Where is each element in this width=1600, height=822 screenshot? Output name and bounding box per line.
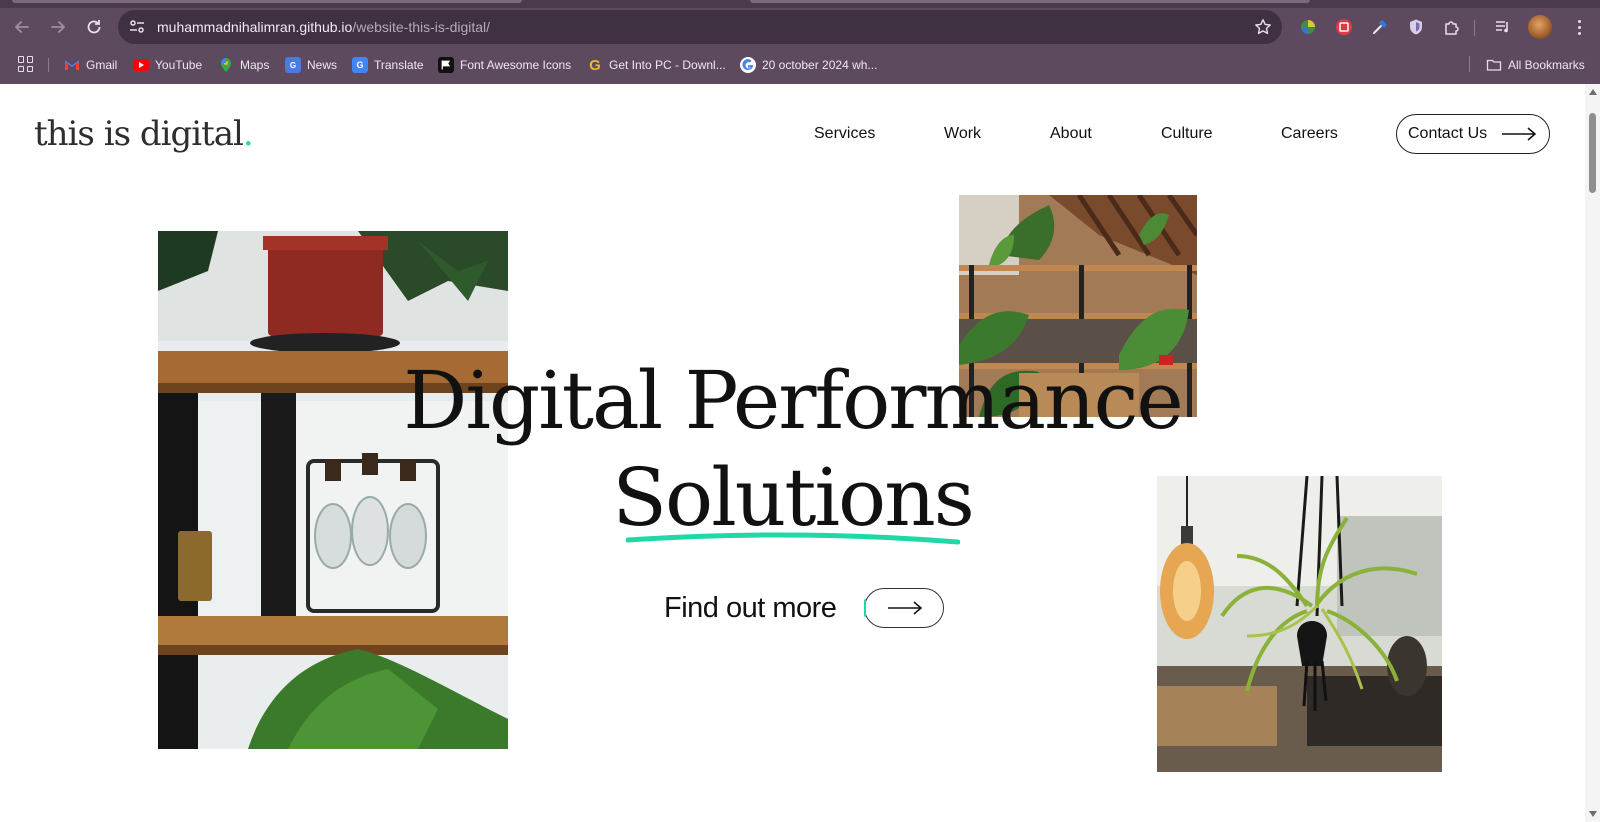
folder-icon [1486,57,1502,73]
arrow-right-icon [888,601,923,615]
google-icon [740,57,756,73]
vertical-scrollbar[interactable] [1585,84,1600,822]
address-bar[interactable]: muhammadnihalimran.github.io/website-thi… [118,10,1282,44]
apps-grid-icon[interactable] [18,56,34,72]
profile-avatar[interactable] [1528,15,1552,39]
bookmarks-bar: Gmail YouTube Maps G News G Translate Fo… [0,50,1600,80]
contact-us-label: Contact Us [1408,125,1488,142]
back-button[interactable] [7,12,37,42]
youtube-icon [133,59,149,71]
nav-careers[interactable]: Careers [1281,125,1338,143]
active-tab-edge[interactable] [12,0,522,3]
reload-button[interactable] [79,12,109,42]
nav-services[interactable]: Services [814,125,875,143]
eyedropper-extension-icon[interactable] [1367,14,1393,40]
maps-icon [218,57,234,73]
accent-underline [626,532,960,545]
bookmark-label: Maps [240,58,270,72]
bookmark-youtube[interactable]: YouTube [133,54,202,76]
browser-menu-icon[interactable] [1566,14,1592,40]
bookmark-label: Translate [374,58,424,72]
extension-colorful-icon[interactable] [1295,14,1321,40]
nav-about[interactable]: About [1050,125,1092,143]
forward-arrow-icon [51,21,66,33]
site-info-icon[interactable] [128,18,146,36]
page-viewport: this is digital. Services Work About Cul… [0,84,1585,822]
bookmark-translate[interactable]: G Translate [352,54,424,76]
extension-red-icon[interactable] [1331,14,1357,40]
bookmark-label: Get Into PC - Downl... [609,58,726,72]
news-icon: G [285,57,301,73]
find-out-more-button[interactable] [864,588,944,628]
url-host: muhammadnihalimran.github.io [157,19,353,35]
url-path: /website-this-is-digital/ [352,19,491,35]
extensions-puzzle-icon[interactable] [1439,14,1465,40]
bookmark-label: 20 october 2024 wh... [762,58,878,72]
translate-icon: G [352,57,368,73]
find-out-more-link[interactable]: Find out more [664,592,837,625]
bookmark-label: News [307,58,338,72]
reload-icon [87,20,101,34]
logo-dot: . [242,114,254,154]
scroll-down-icon[interactable] [1589,811,1597,817]
arrow-right-icon [1502,127,1537,141]
scroll-up-icon[interactable] [1589,89,1597,95]
bookmark-get-into-pc[interactable]: G Get Into PC - Downl... [587,54,726,76]
get-into-pc-icon: G [589,56,601,74]
media-controls-icon[interactable] [1490,14,1516,40]
bookmark-october[interactable]: 20 october 2024 wh... [740,54,877,76]
site-logo[interactable]: this is digital. [34,114,254,154]
headline-line1: Digital Performance [403,354,1183,447]
browser-chrome: muhammadnihalimran.github.io/website-thi… [0,0,1600,84]
shield-extension-icon[interactable] [1403,14,1429,40]
bookmarks-separator [48,58,49,72]
all-bookmarks-button[interactable]: All Bookmarks [1486,54,1585,76]
nav-culture[interactable]: Culture [1161,125,1213,143]
nav-work[interactable]: Work [944,125,981,143]
contact-us-button[interactable]: Contact Us [1396,114,1550,154]
bookmarks-end-separator [1469,56,1470,72]
inactive-tab-edge[interactable] [750,0,1310,3]
forward-button[interactable] [43,12,73,42]
button-accent-nub [864,599,868,617]
browser-toolbar: muhammadnihalimran.github.io/website-thi… [0,8,1600,46]
url-text[interactable]: muhammadnihalimran.github.io/website-thi… [157,19,490,35]
bookmark-news[interactable]: G News [285,54,337,76]
gmail-icon [64,57,80,73]
scroll-thumb[interactable] [1589,113,1596,193]
font-awesome-icon [438,57,454,73]
bookmark-label: Font Awesome Icons [460,58,572,72]
bookmark-maps[interactable]: Maps [218,54,269,76]
bookmark-font-awesome[interactable]: Font Awesome Icons [438,54,571,76]
all-bookmarks-label: All Bookmarks [1508,58,1585,72]
bookmark-star-icon[interactable] [1254,18,1272,36]
toolbar-separator [1474,20,1475,36]
bookmark-label: Gmail [86,58,118,72]
back-arrow-icon [14,21,29,33]
bookmark-gmail[interactable]: Gmail [64,54,117,76]
logo-text: this is digital [34,114,244,154]
bookmark-label: YouTube [155,58,203,72]
tab-strip [0,0,1600,8]
